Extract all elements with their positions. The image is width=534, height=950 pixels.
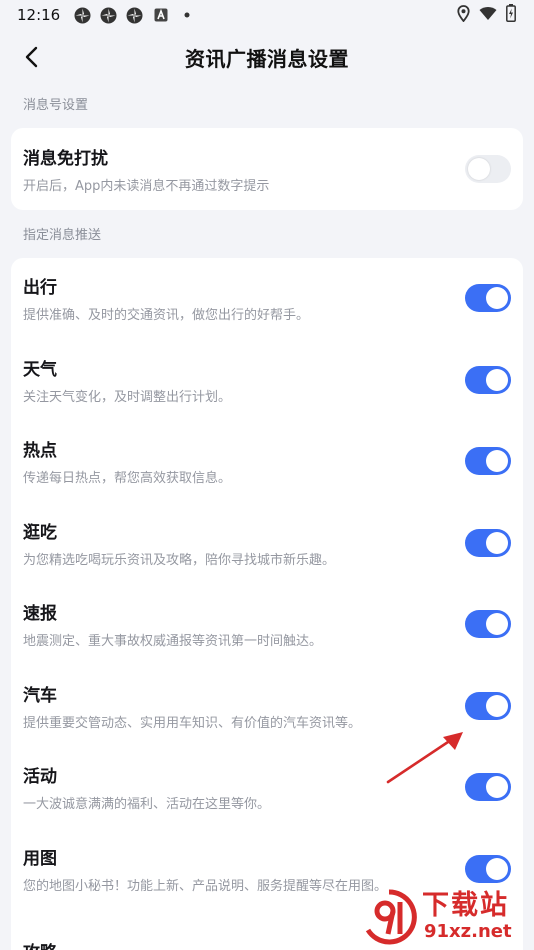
toggle-knob bbox=[486, 857, 508, 880]
setting-title: 逛吃 bbox=[23, 522, 57, 543]
a-badge-icon bbox=[152, 7, 169, 24]
watermark-title: 下载站 bbox=[422, 890, 509, 921]
watermark-logo-icon bbox=[362, 889, 417, 945]
setting-title: 汽车 bbox=[23, 685, 57, 706]
chevron-left-icon bbox=[25, 46, 38, 68]
pinwheel-icon bbox=[100, 7, 117, 24]
flash-news-toggle[interactable] bbox=[465, 610, 511, 639]
watermark-url: 91xz.net bbox=[422, 921, 514, 943]
toggle-knob bbox=[486, 531, 508, 554]
pinwheel-icon bbox=[126, 7, 143, 24]
settings-card-push-topics: 出行 提供准确、及时的交通资讯，做您出行的好帮手。 天气 关注天气变化，及时调整… bbox=[11, 257, 523, 950]
food-toggle[interactable] bbox=[465, 528, 511, 557]
toggle-knob bbox=[486, 368, 508, 391]
toggle-knob bbox=[486, 694, 508, 717]
setting-title: 用图 bbox=[23, 848, 57, 869]
setting-description: 开启后，App内未读消息不再通过数字提示 bbox=[23, 178, 270, 194]
setting-row-do-not-disturb: 消息免打扰 开启后，App内未读消息不再通过数字提示 bbox=[23, 128, 511, 210]
setting-title: 速报 bbox=[23, 604, 57, 625]
dot-icon bbox=[178, 7, 195, 24]
setting-description: 您的地图小秘书！功能上新、产品说明、服务提醒等尽在用图。 bbox=[23, 878, 388, 894]
setting-description: 提供准确、及时的交通资讯，做您出行的好帮手。 bbox=[23, 308, 310, 324]
back-button[interactable] bbox=[16, 42, 46, 72]
setting-title: 天气 bbox=[23, 359, 57, 380]
setting-row-travel: 出行 提供准确、及时的交通资讯，做您出行的好帮手。 bbox=[23, 258, 511, 340]
setting-description: 一大波诚意满满的福利、活动在这里等你。 bbox=[23, 797, 271, 813]
setting-description: 关注天气变化，及时调整出行计划。 bbox=[23, 389, 232, 405]
toggle-knob bbox=[486, 450, 508, 473]
status-time: 12:16 bbox=[17, 6, 61, 24]
toggle-knob bbox=[486, 613, 508, 636]
toggle-knob bbox=[468, 157, 490, 180]
settings-card-message-account: 消息免打扰 开启后，App内未读消息不再通过数字提示 bbox=[11, 128, 523, 210]
setting-title: 热点 bbox=[23, 441, 57, 462]
section-label-push-topics: 指定消息推送 bbox=[23, 227, 102, 243]
header: 资讯广播消息设置 bbox=[0, 30, 534, 84]
setting-description: 提供重要交管动态、实用用车知识、有价值的汽车资讯等。 bbox=[23, 715, 362, 731]
hot-topics-toggle[interactable] bbox=[465, 447, 511, 476]
location-icon bbox=[457, 4, 470, 26]
watermark: 下载站 91xz.net bbox=[360, 886, 530, 948]
travel-toggle[interactable] bbox=[465, 284, 511, 313]
setting-description: 地震测定、重大事故权威通报等资讯第一时间触达。 bbox=[23, 634, 323, 650]
events-toggle[interactable] bbox=[465, 773, 511, 802]
setting-title: 活动 bbox=[23, 767, 57, 788]
red-arrow-annotation bbox=[386, 732, 463, 784]
section-label-message-account: 消息号设置 bbox=[23, 98, 89, 113]
setting-description: 为您精选吃喝玩乐资讯及攻略，陪你寻找城市新乐趣。 bbox=[23, 552, 336, 568]
setting-row-weather: 天气 关注天气变化，及时调整出行计划。 bbox=[23, 339, 511, 421]
toggle-knob bbox=[486, 287, 508, 310]
setting-title: 出行 bbox=[23, 278, 57, 299]
setting-row-hot-topics: 热点 传递每日热点，帮您高效获取信息。 bbox=[23, 421, 511, 503]
wifi-icon bbox=[479, 6, 497, 25]
setting-row-flash-news: 速报 地震测定、重大事故权威通报等资讯第一时间触达。 bbox=[23, 584, 511, 666]
page-title: 资讯广播消息设置 bbox=[185, 46, 349, 71]
map-usage-toggle[interactable] bbox=[465, 854, 511, 883]
car-toggle[interactable] bbox=[465, 691, 511, 720]
toggle-knob bbox=[486, 776, 508, 799]
do-not-disturb-toggle[interactable] bbox=[465, 154, 511, 183]
setting-row-food: 逛吃 为您精选吃喝玩乐资讯及攻略，陪你寻找城市新乐趣。 bbox=[23, 502, 511, 584]
weather-toggle[interactable] bbox=[465, 365, 511, 394]
setting-description: 传递每日热点，帮您高效获取信息。 bbox=[23, 471, 232, 487]
battery-icon bbox=[506, 4, 516, 26]
pinwheel-icon bbox=[74, 7, 91, 24]
setting-title: 消息免打扰 bbox=[23, 148, 108, 169]
setting-title: 攻略 bbox=[23, 938, 57, 950]
status-bar: 12:16 bbox=[0, 0, 534, 30]
